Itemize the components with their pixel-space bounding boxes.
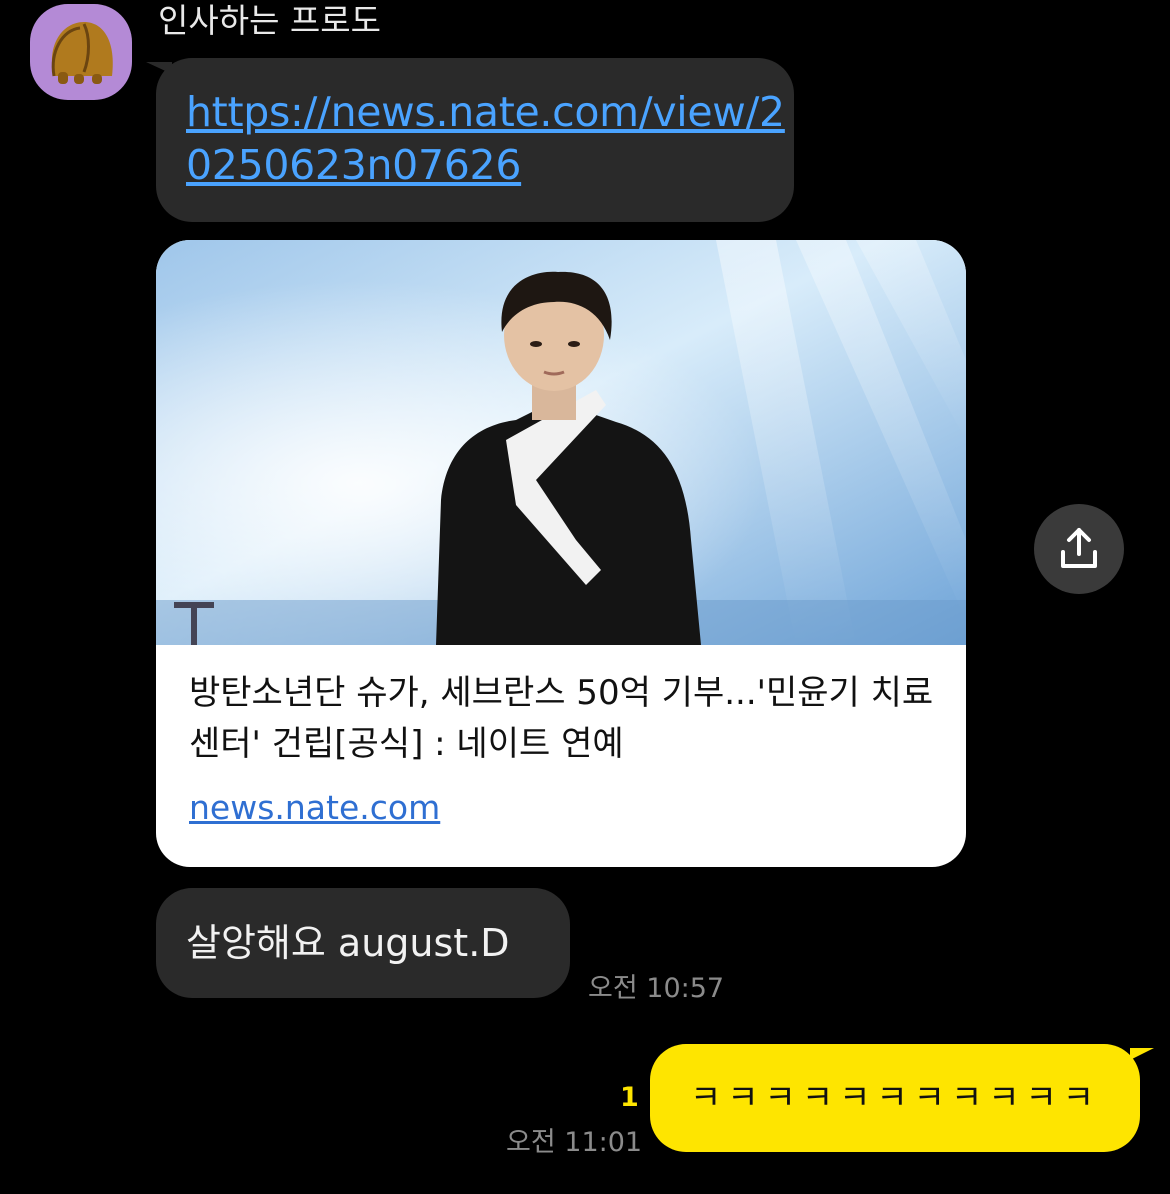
share-button[interactable]	[1034, 504, 1124, 594]
incoming-timestamp: 오전 10:57	[588, 973, 725, 1004]
preview-title[interactable]: 방탄소년단 슈가, 세브란스 50억 기부...'민윤기 치료센터' 건립[공식…	[189, 668, 939, 770]
sender-name: 인사하는 프로도	[158, 1, 382, 40]
link-preview-card[interactable]: 방탄소년단 슈가, 세브란스 50억 기부...'민윤기 치료센터' 건립[공식…	[156, 240, 966, 867]
frodo-character-icon	[51, 22, 113, 84]
outgoing-message-text: ㅋㅋㅋㅋㅋㅋㅋㅋㅋㅋㅋ	[690, 1078, 1101, 1118]
sender-avatar[interactable]	[30, 4, 132, 100]
link-message-url[interactable]: https://news.nate.com/view/20250623n0762…	[186, 86, 786, 192]
preview-domain[interactable]: news.nate.com	[189, 788, 440, 827]
share-icon	[1061, 528, 1097, 568]
incoming-message-bubble[interactable]: 살앙해요 august.D	[156, 888, 570, 998]
outgoing-message-bubble[interactable]: ㅋㅋㅋㅋㅋㅋㅋㅋㅋㅋㅋ	[650, 1044, 1140, 1152]
outgoing-timestamp: 오전 11:01	[506, 1127, 643, 1158]
incoming-message-text: 살앙해요 august.D	[186, 921, 510, 965]
bubble-tail-outgoing	[1130, 1048, 1154, 1060]
link-message-bubble[interactable]: https://news.nate.com/view/20250623n0762…	[156, 58, 794, 222]
preview-image[interactable]	[156, 240, 966, 645]
unread-count-badge: 1	[620, 1082, 639, 1113]
